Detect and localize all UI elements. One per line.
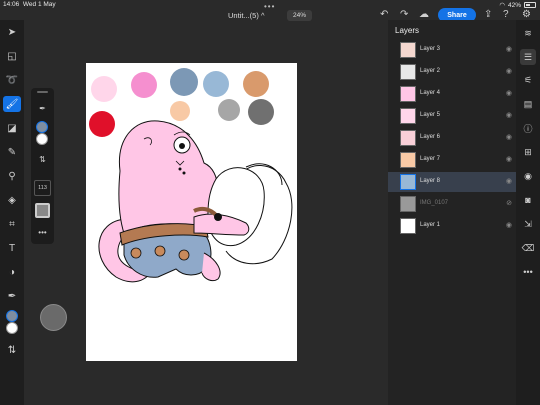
layer-name: Layer 6	[420, 134, 441, 140]
eyedropper-icon[interactable]: ✒	[33, 100, 52, 116]
layer-row[interactable]: Layer 8 ◉	[388, 172, 516, 192]
settings-gear-icon[interactable]: ⚙	[522, 9, 531, 20]
layer-visible-eye-icon[interactable]: ◉	[506, 177, 512, 185]
swap-colors-icon[interactable]: ⇅	[3, 342, 21, 358]
layers-panel: Layers Layer 3 ◉ Layer 2 ◉ Layer 4 ◉ Layer 5 ◉ L…	[388, 20, 516, 405]
palette-swatch-peach	[170, 101, 190, 121]
layer-name: Layer 2	[420, 68, 441, 74]
palette-swatch-pink	[131, 72, 157, 98]
layer-row[interactable]: Layer 7 ◉	[388, 150, 516, 170]
touch-shortcut-button[interactable]	[40, 304, 67, 331]
layer-thumbnail	[400, 64, 416, 80]
foreground-color-swatch[interactable]	[6, 310, 18, 322]
layer-thumbnail	[400, 108, 416, 124]
palette-swatch-light-pink	[91, 76, 117, 102]
layer-thumbnail	[400, 196, 416, 212]
move-tool-icon[interactable]: ➤	[3, 24, 21, 40]
redo-icon[interactable]: ↷	[400, 9, 408, 20]
layer-thumbnail	[400, 218, 416, 234]
zoom-level[interactable]: 24%	[287, 10, 313, 21]
delete-layer-icon[interactable]: ⌫	[520, 240, 536, 256]
brush-size-field[interactable]: 113	[34, 180, 51, 196]
palette-swatch-gray	[218, 99, 240, 121]
palette-swatch-slate-blue	[170, 68, 198, 96]
palette-swatch-tan	[243, 71, 269, 97]
layer-name: Layer 1	[420, 222, 441, 228]
layer-thumbnail	[400, 152, 416, 168]
add-layer-icon[interactable]: ⊞	[520, 144, 536, 160]
palette-swatch-dark-gray	[248, 99, 274, 125]
palette-swatch-light-blue	[203, 71, 229, 97]
brush-tool-icon[interactable]: 🖌	[3, 96, 21, 112]
eraser-tool-icon[interactable]: ◪	[3, 120, 21, 136]
adjustment-tool-icon[interactable]: ◑	[3, 264, 21, 280]
layer-name: Layer 5	[420, 112, 441, 118]
layer-thumbnail	[400, 130, 416, 146]
multitasking-dots[interactable]: •••	[264, 2, 275, 11]
more-options-icon[interactable]: •••	[520, 264, 536, 280]
layer-visible-eye-icon[interactable]: ◉	[506, 89, 512, 97]
fill-tool-icon[interactable]: ◈	[3, 192, 21, 208]
visibility-eye-icon[interactable]: ◉	[520, 168, 536, 184]
artwork-illustration	[89, 68, 293, 283]
layer-row[interactable]: IMG_0107 ⊘	[388, 194, 516, 214]
brush-options-panel: ✒ ⇅ 113 •••	[31, 88, 54, 244]
layer-row[interactable]: Layer 3 ◉	[388, 40, 516, 60]
layer-thumbnail	[400, 174, 416, 190]
layer-row[interactable]: Layer 6 ◉	[388, 128, 516, 148]
brush-opacity-swatch[interactable]	[35, 203, 50, 218]
transform-tool-icon[interactable]: ◱	[3, 48, 21, 64]
panel-grab-handle[interactable]	[37, 91, 48, 93]
layer-visible-eye-icon[interactable]: ◉	[506, 155, 512, 163]
undo-icon[interactable]: ↶	[380, 9, 388, 20]
layer-name: Layer 7	[420, 156, 441, 162]
crop-tool-icon[interactable]: ⌗	[3, 216, 21, 232]
swap-icon[interactable]: ⇅	[33, 151, 52, 167]
palette-swatch-red	[89, 111, 115, 137]
layer-name: Layer 3	[420, 46, 441, 52]
cloud-icon[interactable]: ☁	[419, 9, 429, 20]
layer-row[interactable]: Layer 2 ◉	[388, 62, 516, 82]
layer-name: Layer 4	[420, 90, 441, 96]
type-tool-icon[interactable]: T	[3, 240, 21, 256]
layers-panel-title: Layers	[395, 26, 420, 35]
artwork-canvas[interactable]	[86, 63, 297, 361]
merge-layer-icon[interactable]: ⇲	[520, 216, 536, 232]
more-options-icon[interactable]: •••	[33, 224, 52, 240]
clone-tool-icon[interactable]: ⚲	[3, 168, 21, 184]
help-icon[interactable]: ?	[503, 9, 509, 20]
layer-visible-eye-icon[interactable]: ◉	[506, 111, 512, 119]
layer-name: IMG_0107	[420, 200, 449, 206]
background-color-swatch[interactable]	[6, 322, 18, 334]
layer-row[interactable]: Layer 5 ◉	[388, 106, 516, 126]
brush-color-swatch[interactable]	[36, 121, 48, 133]
left-toolbar: ➤ ◱ ➰ 🖌 ◪ ✎ ⚲ ◈ ⌗ T ◑ ✒ ⇅	[0, 20, 24, 405]
layers-stack-icon[interactable]: ≋	[520, 25, 536, 41]
comments-icon[interactable]: ▤	[520, 96, 536, 112]
adjustments-sliders-icon[interactable]: ⚟	[520, 72, 536, 88]
document-title[interactable]: Untit...(5) ^	[228, 11, 264, 20]
export-icon[interactable]: ⇪	[484, 9, 492, 20]
layer-thumbnail	[400, 86, 416, 102]
eyedropper-tool-icon[interactable]: ✒	[3, 288, 21, 304]
layer-visible-eye-icon[interactable]: ◉	[506, 133, 512, 141]
layer-row[interactable]: Layer 1 ◉	[388, 216, 516, 236]
smudge-tool-icon[interactable]: ✎	[3, 144, 21, 160]
lasso-tool-icon[interactable]: ➰	[3, 72, 21, 88]
layer-thumbnail	[400, 42, 416, 58]
info-icon[interactable]: ⓘ	[520, 120, 536, 136]
layer-visible-eye-icon[interactable]: ◉	[506, 67, 512, 75]
right-rail: ≋ ☰ ⚟ ▤ ⓘ ⊞ ◉ ◙ ⇲ ⌫ •••	[516, 20, 540, 405]
layer-visible-eye-icon[interactable]: ◉	[506, 45, 512, 53]
brush-secondary-swatch[interactable]	[36, 133, 48, 145]
layer-name: Layer 8	[420, 178, 441, 184]
mask-icon[interactable]: ◙	[520, 192, 536, 208]
layer-row[interactable]: Layer 4 ◉	[388, 84, 516, 104]
layer-hidden-eye-icon[interactable]: ⊘	[506, 199, 512, 207]
layer-visible-eye-icon[interactable]: ◉	[506, 221, 512, 229]
layer-properties-icon[interactable]: ☰	[520, 49, 536, 65]
